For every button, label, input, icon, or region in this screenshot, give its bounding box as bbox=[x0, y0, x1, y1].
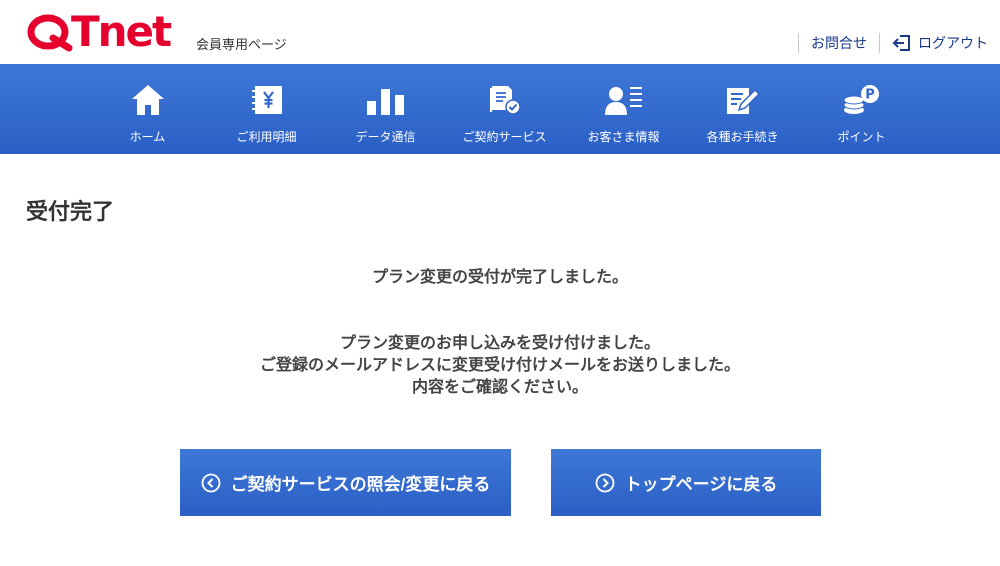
nav-item-home[interactable]: ホーム bbox=[88, 64, 207, 154]
contact-label: お問合せ bbox=[811, 36, 867, 52]
button-label: トップページに戻る bbox=[624, 475, 778, 494]
nav-label: ご契約サービス bbox=[462, 130, 547, 144]
nav-item-customer[interactable]: お客さま情報 bbox=[564, 64, 683, 154]
nav-label: データ通信 bbox=[355, 130, 416, 144]
chevron-right-circle-icon bbox=[595, 473, 615, 492]
logo-q-mark bbox=[27, 14, 73, 52]
nav-item-contract[interactable]: ご契約サービス bbox=[445, 64, 564, 154]
bar-chart-icon bbox=[366, 80, 406, 120]
header-links: お問合せ ログアウト bbox=[798, 33, 1000, 53]
main-nav: ホーム ご利用明細 データ通信 ご契約サービス お客さま情報 各種お手続き P … bbox=[0, 64, 1000, 154]
chevron-left-circle-icon bbox=[201, 473, 221, 492]
nav-label: ご利用明細 bbox=[236, 130, 297, 144]
nav-item-points[interactable]: P ポイント bbox=[802, 64, 921, 154]
logout-link[interactable]: ログアウト bbox=[880, 33, 1000, 53]
back-to-top-page-button[interactable]: トップページに戻る bbox=[551, 449, 821, 516]
billing-icon bbox=[247, 80, 287, 120]
button-label: ご契約サービスの照会/変更に戻る bbox=[230, 475, 491, 494]
back-to-contract-services-button[interactable]: ご契約サービスの照会/変更に戻る bbox=[180, 449, 511, 516]
qtnet-logo[interactable]: Tnet bbox=[27, 7, 172, 56]
points-icon: P bbox=[842, 80, 882, 120]
detail-line: ご登録のメールアドレスに変更受け付けメールをお送りしました。 bbox=[259, 355, 740, 374]
svg-text:P: P bbox=[865, 88, 875, 103]
site-subtitle: 会員専用ページ bbox=[196, 38, 287, 53]
contract-icon bbox=[485, 80, 525, 120]
completion-message: プラン変更の受付が完了しました。 bbox=[371, 267, 628, 286]
home-icon bbox=[128, 80, 168, 120]
user-icon bbox=[604, 80, 644, 120]
nav-item-data[interactable]: データ通信 bbox=[326, 64, 445, 154]
nav-label: 各種お手続き bbox=[706, 130, 779, 144]
nav-label: ポイント bbox=[837, 130, 886, 144]
detail-line: プラン変更のお申し込みを受け付けました。 bbox=[339, 333, 660, 352]
nav-item-procedures[interactable]: 各種お手続き bbox=[683, 64, 802, 154]
page-title: 受付完了 bbox=[26, 200, 115, 225]
procedure-icon bbox=[723, 80, 763, 120]
logout-label: ログアウト bbox=[918, 36, 988, 52]
nav-label: お客さま情報 bbox=[587, 130, 660, 144]
contact-link[interactable]: お問合せ bbox=[799, 33, 879, 53]
logo-wordmark: Tnet bbox=[71, 7, 172, 56]
nav-label: ホーム bbox=[129, 130, 166, 144]
header: Tnet 会員専用ページ お問合せ ログアウト bbox=[0, 0, 1000, 64]
nav-item-billing[interactable]: ご利用明細 bbox=[207, 64, 326, 154]
detail-line: 内容をご確認ください。 bbox=[411, 377, 588, 396]
completion-detail: プラン変更のお申し込みを受け付けました。 ご登録のメールアドレスに変更受け付けメ… bbox=[0, 332, 1000, 398]
logout-icon bbox=[892, 35, 910, 51]
